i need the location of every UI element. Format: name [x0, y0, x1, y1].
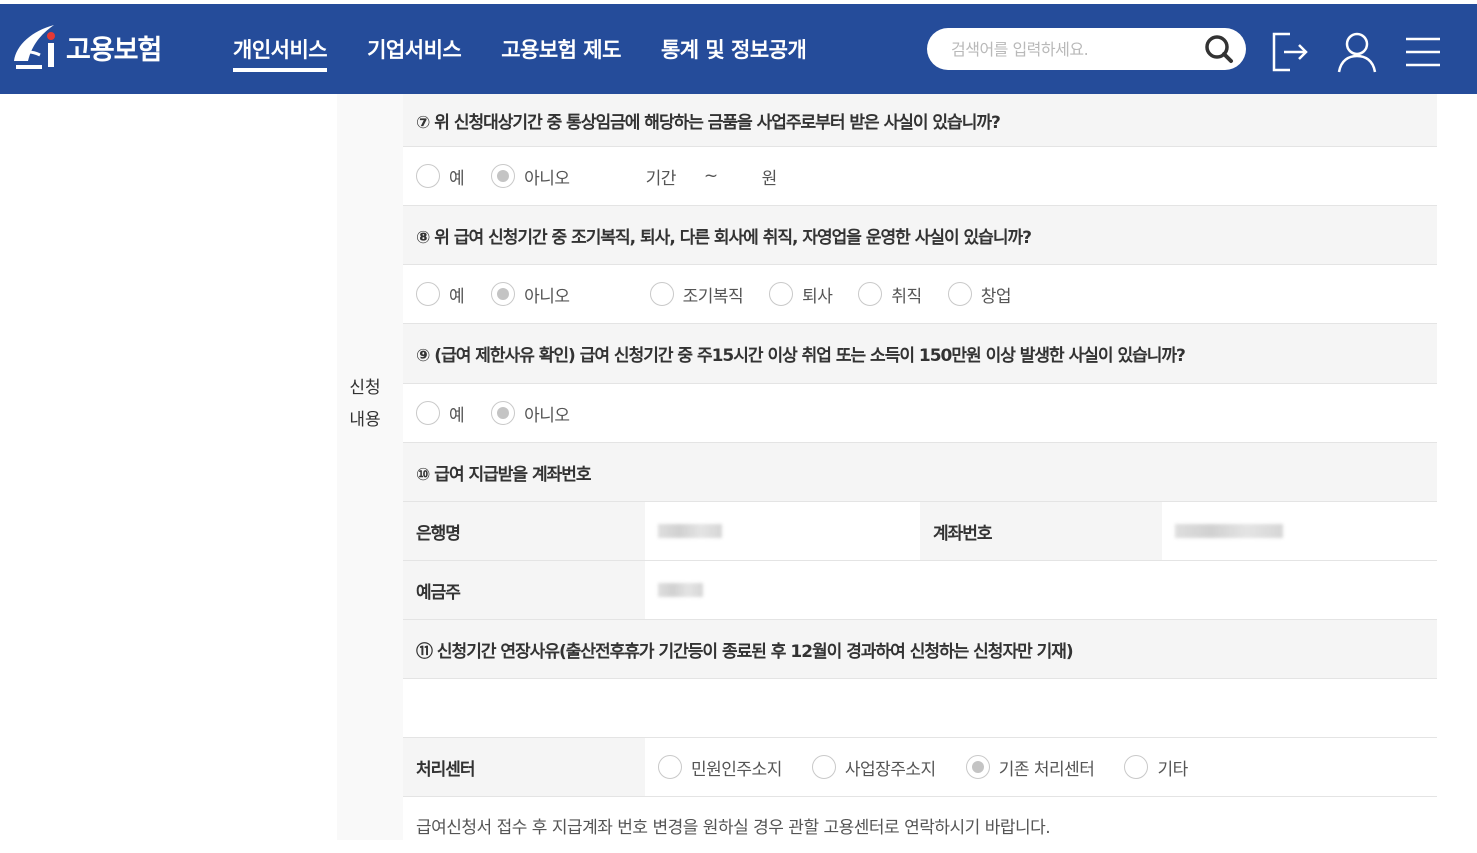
q8-radio-startup[interactable]: 창업 — [947, 282, 1012, 307]
logo-text: 고용보험 — [66, 34, 162, 66]
section-label-column: 신청 내용 — [337, 94, 403, 840]
radio-circle[interactable] — [416, 282, 440, 306]
radio-circle-selected[interactable] — [491, 282, 516, 306]
bank-name-value — [645, 502, 920, 560]
bank-name-label: 은행명 — [403, 502, 645, 560]
q8-question-row: ⑧ 위 급여 신청기간 중 조기복직, 퇴사, 다른 회사에 취직, 자영업을 … — [403, 206, 1437, 265]
radio-circle[interactable] — [649, 282, 674, 306]
radio-circle[interactable] — [947, 282, 972, 306]
nav-insurance-system[interactable]: 고용보험 제도 — [501, 34, 621, 72]
radio-circle[interactable] — [1124, 755, 1149, 779]
q9-answer-row: 예 아니오 — [403, 384, 1437, 443]
q7-yes-label: 예 — [449, 168, 465, 189]
q8-yes-label: 예 — [449, 286, 465, 307]
q10-holder-row: 예금주 — [403, 561, 1437, 620]
q7-period-label: 기간 — [645, 168, 677, 189]
q7-no-label: 아니오 — [524, 168, 570, 189]
center-radio-applicant-address[interactable]: 민원인주소지 — [658, 755, 782, 780]
q7-answer-row: 예 아니오 기간 ~ 원 — [403, 147, 1437, 206]
q7-question: ⑦ 위 신청대상기간 중 통상임금에 해당하는 금품을 사업주로부터 받은 사실… — [416, 112, 1001, 133]
q9-radio-no[interactable]: 아니오 — [491, 401, 570, 426]
radio-circle-selected[interactable] — [491, 164, 516, 188]
q10-question: ⑩ 급여 지급받을 계좌번호 — [416, 464, 592, 485]
account-holder-label: 예금주 — [403, 561, 645, 619]
account-number-value — [1162, 502, 1437, 560]
q8-radio-resign[interactable]: 퇴사 — [769, 282, 833, 307]
center-radio-other[interactable]: 기타 — [1124, 755, 1188, 780]
center-radio-workplace-address[interactable]: 사업장주소지 — [811, 755, 936, 780]
nav-business-service[interactable]: 기업서비스 — [367, 34, 462, 72]
q8-radio-no[interactable]: 아니오 — [491, 282, 570, 307]
site-logo[interactable]: 고용보험 — [10, 18, 162, 76]
ei-logo-icon — [14, 25, 55, 69]
radio-circle[interactable] — [416, 164, 440, 188]
search-icon[interactable] — [1202, 33, 1236, 65]
processing-center-label: 처리센터 — [403, 738, 645, 796]
q7-won-label: 원 — [761, 168, 778, 189]
radio-circle[interactable] — [769, 282, 794, 306]
account-holder-masked — [658, 583, 703, 597]
center-applicant-address-label: 민원인주소지 — [691, 759, 782, 780]
q9-question: ⑨ (급여 제한사유 확인) 급여 신청기간 중 주15시간 이상 취업 또는 … — [416, 346, 1186, 366]
q7-period-tilde: ~ — [703, 166, 718, 186]
radio-circle-selected[interactable] — [965, 755, 990, 779]
main-nav: 개인서비스 기업서비스 고용보험 제도 통계 및 정보공개 — [233, 34, 846, 72]
center-other-label: 기타 — [1157, 759, 1188, 780]
q7-radio-yes[interactable]: 예 — [416, 164, 465, 189]
q9-yes-label: 예 — [449, 405, 465, 426]
user-icon[interactable] — [1337, 30, 1377, 74]
q11-question-row: ⑪ 신청기간 연장사유(출산전후휴가 기간등이 종료된 후 12월이 경과하여 … — [403, 620, 1437, 679]
q8-resign-label: 퇴사 — [802, 286, 833, 307]
section-label-line1: 신청 — [349, 378, 381, 398]
q9-radio-yes[interactable]: 예 — [416, 401, 465, 426]
radio-circle[interactable] — [811, 755, 836, 779]
q8-radio-yes[interactable]: 예 — [416, 282, 465, 307]
radio-circle[interactable] — [858, 282, 883, 306]
q7-radio-no[interactable]: 아니오 — [491, 164, 570, 189]
q10-question-row: ⑩ 급여 지급받을 계좌번호 — [403, 443, 1437, 502]
top-header: 고용보험 개인서비스 기업서비스 고용보험 제도 통계 및 정보공개 — [0, 0, 1477, 94]
nav-statistics[interactable]: 통계 및 정보공개 — [661, 34, 807, 72]
q8-early-return-label: 조기복직 — [682, 286, 744, 307]
q8-radio-early-return[interactable]: 조기복직 — [649, 282, 744, 307]
q9-no-label: 아니오 — [524, 405, 570, 426]
search-box — [927, 28, 1246, 70]
q11-question: ⑪ 신청기간 연장사유(출산전후휴가 기간등이 종료된 후 12월이 경과하여 … — [416, 641, 1074, 662]
radio-circle[interactable] — [658, 755, 682, 779]
logout-icon[interactable] — [1270, 30, 1310, 74]
account-number-label: 계좌번호 — [920, 502, 1162, 560]
radio-circle-selected[interactable] — [491, 401, 516, 425]
search-input[interactable] — [951, 36, 1191, 62]
q8-answer-row: 예 아니오 조기복직 퇴사 취직 창업 — [403, 265, 1437, 324]
center-workplace-address-label: 사업장주소지 — [844, 759, 936, 780]
q11-answer-row — [403, 679, 1437, 738]
left-margin — [0, 94, 337, 840]
menu-icon[interactable] — [1403, 30, 1443, 74]
q8-question: ⑧ 위 급여 신청기간 중 조기복직, 퇴사, 다른 회사에 취직, 자영업을 … — [416, 227, 1032, 248]
center-existing-center-label: 기존 처리센터 — [998, 759, 1095, 780]
notice-row: 급여신청서 접수 후 지급계좌 번호 변경을 원하실 경우 관할 고용센터로 연… — [403, 797, 1437, 853]
account-change-notice: 급여신청서 접수 후 지급계좌 번호 변경을 원하실 경우 관할 고용센터로 연… — [416, 817, 1051, 838]
account-holder-value — [645, 561, 703, 619]
q7-question-row: ⑦ 위 신청대상기간 중 통상임금에 해당하는 금품을 사업주로부터 받은 사실… — [403, 94, 1437, 147]
q9-question-row: ⑨ (급여 제한사유 확인) 급여 신청기간 중 주15시간 이상 취업 또는 … — [403, 324, 1437, 384]
q8-radio-employed[interactable]: 취직 — [858, 282, 922, 307]
section-label: 신청 내용 — [337, 372, 393, 436]
section-label-line2: 내용 — [349, 410, 381, 430]
account-number-masked — [1175, 524, 1283, 538]
q8-no-label: 아니오 — [524, 286, 570, 307]
q8-startup-label: 창업 — [980, 286, 1012, 307]
radio-circle[interactable] — [416, 401, 440, 425]
center-radio-existing-center[interactable]: 기존 처리센터 — [965, 755, 1095, 780]
bank-name-masked — [658, 524, 722, 538]
application-form: ⑦ 위 신청대상기간 중 통상임금에 해당하는 금품을 사업주로부터 받은 사실… — [403, 94, 1437, 853]
processing-center-row: 처리센터 민원인주소지 사업장주소지 기존 처리센터 기타 — [403, 738, 1437, 797]
nav-personal-service[interactable]: 개인서비스 — [233, 34, 328, 72]
q10-bank-row: 은행명 계좌번호 — [403, 502, 1437, 561]
q8-employed-label: 취직 — [891, 286, 922, 307]
